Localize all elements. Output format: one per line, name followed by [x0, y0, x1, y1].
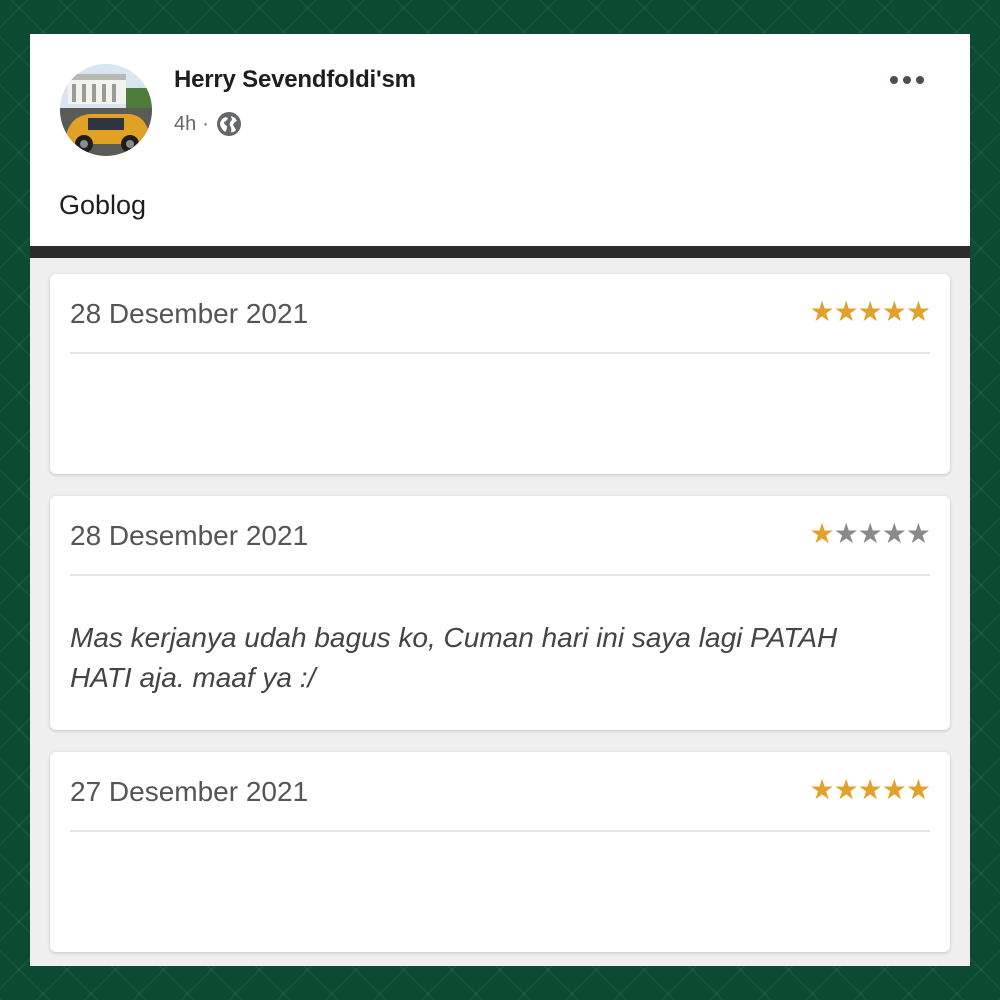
star-rating: ★★★★★ — [809, 518, 931, 549]
star-filled-icon: ★ — [857, 774, 883, 805]
star-filled-icon: ★ — [881, 296, 907, 327]
review-comment: Mas kerjanya udah bagus ko, Cuman hari i… — [70, 622, 838, 693]
star-filled-icon: ★ — [833, 296, 859, 327]
star-filled-icon: ★ — [857, 296, 883, 327]
star-empty-icon: ★ — [905, 518, 931, 549]
author-name[interactable]: Herry Sevendfoldi'sm — [174, 66, 416, 94]
avatar-image — [60, 64, 152, 156]
more-options-dot — [890, 76, 898, 84]
post-frame: Herry Sevendfoldi'sm 4h · Goblog 28 Dese… — [30, 34, 970, 966]
more-options-dot — [916, 76, 924, 84]
more-options-icon[interactable] — [888, 70, 926, 90]
star-filled-icon: ★ — [809, 296, 834, 327]
star-rating: ★★★★★ — [809, 774, 931, 805]
review-card: 27 Desember 2021 ★★★★★ — [50, 752, 950, 952]
post-meta: 4h · — [174, 110, 243, 138]
review-date: 28 Desember 2021 — [70, 298, 309, 329]
section-divider — [30, 246, 970, 258]
review-card: 28 Desember 2021 ★★★★★ Mas kerjanya udah… — [50, 496, 950, 730]
post-timestamp[interactable]: 4h — [174, 113, 196, 136]
globe-icon — [215, 110, 243, 138]
post-text: Goblog — [59, 190, 147, 220]
star-empty-icon: ★ — [881, 518, 907, 549]
card-divider — [70, 574, 930, 576]
card-divider — [70, 352, 930, 354]
review-date: 27 Desember 2021 — [70, 776, 309, 807]
star-filled-icon: ★ — [809, 774, 834, 805]
star-filled-icon: ★ — [809, 518, 834, 549]
star-empty-icon: ★ — [857, 518, 883, 549]
card-divider — [70, 830, 930, 832]
star-filled-icon: ★ — [905, 774, 931, 805]
star-filled-icon: ★ — [881, 774, 907, 805]
facebook-post: Herry Sevendfoldi'sm 4h · Goblog — [30, 34, 970, 246]
reviews-screenshot: 28 Desember 2021 ★★★★★ 28 Desember 2021 … — [30, 258, 970, 966]
star-filled-icon: ★ — [905, 296, 931, 327]
avatar[interactable] — [60, 64, 152, 156]
more-options-dot — [903, 76, 911, 84]
review-card: 28 Desember 2021 ★★★★★ — [50, 274, 950, 474]
star-filled-icon: ★ — [833, 774, 859, 805]
star-empty-icon: ★ — [833, 518, 859, 549]
meta-separator: · — [202, 112, 209, 135]
review-date: 28 Desember 2021 — [70, 520, 309, 551]
star-rating: ★★★★★ — [809, 296, 931, 327]
